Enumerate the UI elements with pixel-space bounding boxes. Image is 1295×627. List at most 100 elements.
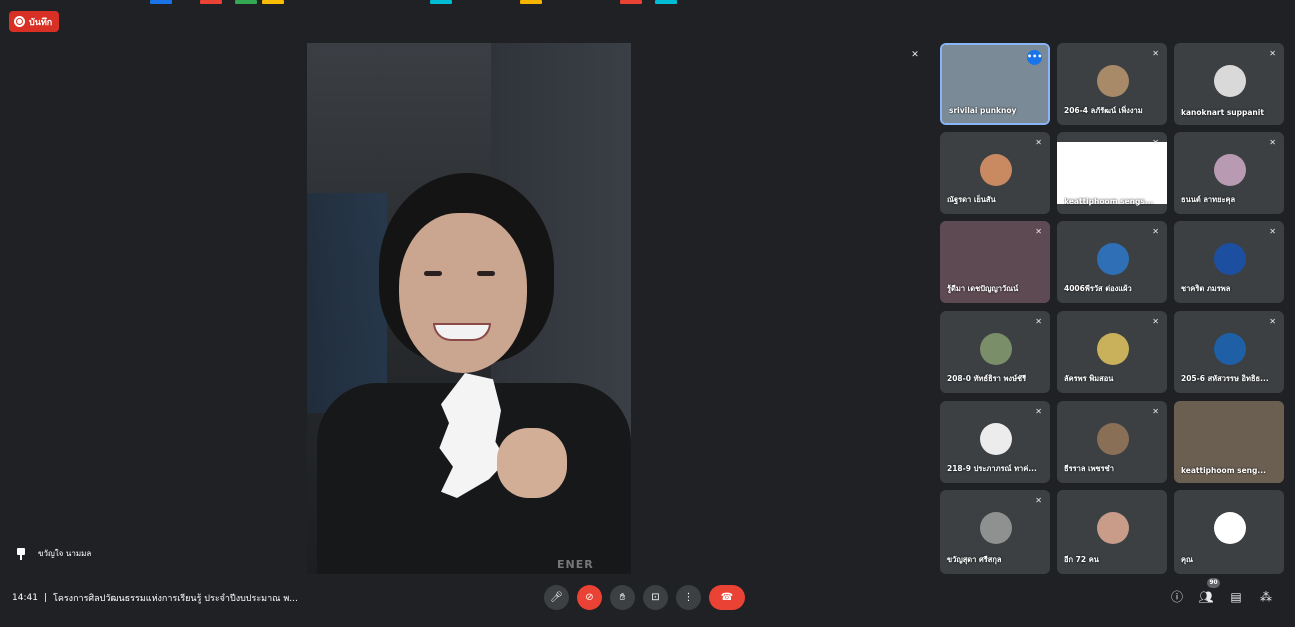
participant-name: ธนนต์ ลาทยะคุล	[1181, 195, 1236, 204]
participant-avatar	[1097, 333, 1129, 365]
shirt-text: ENER	[557, 558, 594, 571]
more-options-icon[interactable]: •••	[1027, 50, 1042, 65]
video-person-face	[399, 213, 527, 373]
chat-icon[interactable]: ▤	[1228, 589, 1244, 605]
taskbar-chip	[520, 0, 542, 4]
participant-tile[interactable]: ✕ 4006พีรวัส ต่องแผ้ว	[1057, 221, 1167, 303]
participant-name: อีก 72 คน	[1064, 555, 1099, 564]
participant-tile[interactable]: ✕ ลัครพร พิมสอน	[1057, 311, 1167, 393]
hang-up-icon: ☎︎	[720, 592, 734, 603]
main-speaker-label: ขวัญใจ นามมล	[16, 547, 91, 560]
participant-avatar	[1097, 65, 1129, 97]
participant-tile[interactable]: ✕ ขวัญสุดา ศรีสกุล	[940, 490, 1050, 574]
participant-tile[interactable]: ✕ ชาคริต ภมรพล	[1174, 221, 1284, 303]
participant-tile[interactable]: อีก 72 คน	[1057, 490, 1167, 574]
mic-button[interactable]: 🎤︎	[544, 585, 569, 610]
mic-off-icon: ✕	[1152, 317, 1159, 326]
participant-avatar	[1214, 333, 1246, 365]
mic-off-icon: ✕	[1269, 49, 1276, 58]
taskbar-chip	[655, 0, 677, 4]
participant-tile[interactable]: ✕ 206-4 ลภัรัฒน์ เพิ่งงาม	[1057, 43, 1167, 125]
pin-icon[interactable]	[16, 547, 26, 560]
participant-avatar	[1097, 423, 1129, 455]
recording-label: บันทึก	[29, 17, 53, 28]
taskbar-chip	[262, 0, 284, 4]
mic-off-icon: ✕	[1269, 227, 1276, 236]
mic-off-icon: ✕	[911, 50, 919, 60]
participant-tile[interactable]: ✕ 205-6 สหัสวรรษ อิทธิธ...	[1174, 311, 1284, 393]
video-person-eye	[477, 271, 495, 276]
participant-name: srivilai punknoy	[949, 106, 1017, 115]
meeting-details[interactable]: 14:41 | โครงการศิลปวัฒนธรรมแห่งการเรียนร…	[12, 591, 298, 605]
participant-tile[interactable]: keattiphoom seng...	[1174, 401, 1284, 483]
participant-tile[interactable]: คุณ	[1174, 490, 1284, 574]
participant-avatar	[980, 512, 1012, 544]
more-vert-icon: ⋮	[683, 592, 694, 603]
more-options-button[interactable]: ⋮	[676, 585, 701, 610]
info-icon[interactable]: ⓘ	[1169, 589, 1185, 605]
video-person-smile	[433, 323, 491, 341]
present-icon: ⊡	[651, 592, 660, 603]
participant-avatar	[980, 423, 1012, 455]
main-speaker-name: ขวัญใจ นามมล	[38, 549, 92, 558]
mic-off-icon: ✕	[1035, 227, 1042, 236]
participant-avatar	[1214, 512, 1246, 544]
participant-avatar	[980, 333, 1012, 365]
people-icon[interactable]: 👥︎	[1198, 589, 1214, 605]
taskbar-chip	[620, 0, 642, 4]
activities-icon[interactable]: ⁂	[1258, 589, 1274, 605]
video-person-hand	[497, 428, 567, 498]
leave-call-button[interactable]: ☎︎	[709, 585, 745, 610]
participant-tile[interactable]: ✕ kanoknart suppanit	[1174, 43, 1284, 125]
participant-name: 4006พีรวัส ต่องแผ้ว	[1064, 284, 1132, 293]
participant-avatar	[980, 154, 1012, 186]
mic-off-icon: ✕	[1152, 138, 1159, 147]
participant-count-badge: 90	[1207, 578, 1220, 588]
mic-off-icon: ✕	[1152, 407, 1159, 416]
participant-name: kanoknart suppanit	[1181, 108, 1264, 117]
mic-off-icon: ✕	[1152, 49, 1159, 58]
participant-tile[interactable]: ✕ รู้ดีมา เดชปัญญาวัณน์	[940, 221, 1050, 303]
mic-off-icon: ✕	[1035, 138, 1042, 147]
mic-off-icon: ✕	[1035, 407, 1042, 416]
participant-tile[interactable]: ✕ keattiphoom sengs...	[1057, 132, 1167, 214]
camera-button[interactable]: ⊘	[577, 585, 602, 610]
present-button[interactable]: ⊡	[643, 585, 668, 610]
participant-avatar	[1097, 243, 1129, 275]
participant-name: ลัครพร พิมสอน	[1064, 374, 1114, 383]
participant-tile[interactable]: ••• srivilai punknoy	[940, 43, 1050, 125]
raise-hand-button[interactable]: ✋︎	[610, 585, 635, 610]
video-person-eye	[424, 271, 442, 276]
participant-name: ณัฐรดา เย็นสัน	[947, 195, 996, 204]
participant-name: ขวัญสุดา ศรีสกุล	[947, 555, 1002, 564]
participant-name: 206-4 ลภัรัฒน์ เพิ่งงาม	[1064, 106, 1143, 115]
participant-tile[interactable]: ✕ ธีรราล เพชรชำ	[1057, 401, 1167, 483]
mic-off-icon: ✕	[1152, 227, 1159, 236]
participant-tile[interactable]: ✕ ธนนต์ ลาทยะคุล	[1174, 132, 1284, 214]
participant-name: 208-0 ทัทธ์ธิรา พงษ์ชัรี	[947, 374, 1027, 383]
separator: |	[43, 593, 47, 603]
video-background-shelf	[307, 193, 387, 413]
participant-tile[interactable]: ✕ 208-0 ทัทธ์ธิรา พงษ์ชัรี	[940, 311, 1050, 393]
hand-icon: ✋︎	[619, 592, 626, 603]
participant-name: ชาคริต ภมรพล	[1181, 284, 1231, 293]
mic-off-icon: ✕	[1269, 317, 1276, 326]
recording-badge[interactable]: บันทึก	[9, 11, 60, 32]
participant-tile[interactable]: ✕ ณัฐรดา เย็นสัน	[940, 132, 1050, 214]
clock-time: 14:41	[12, 593, 38, 603]
participant-tile[interactable]: ✕ 218-9 ประภาภรณ์ ทาค่...	[940, 401, 1050, 483]
participant-name: ธีรราล เพชรชำ	[1064, 464, 1114, 473]
main-speaker-video[interactable]: ENER	[307, 43, 631, 574]
mic-off-icon: ✕	[1035, 496, 1042, 505]
mic-off-icon: ✕	[1035, 317, 1042, 326]
meeting-title: โครงการศิลปวัฒนธรรมแห่งการเรียนรู้ ประจำ…	[52, 594, 298, 604]
top-strip	[0, 0, 1295, 6]
participant-name: รู้ดีมา เดชปัญญาวัณน์	[947, 284, 1019, 293]
taskbar-chip	[235, 0, 257, 4]
participant-avatar	[1057, 142, 1167, 204]
participant-avatar	[1214, 154, 1246, 186]
taskbar-chip	[430, 0, 452, 4]
participant-name: keattiphoom seng...	[1181, 466, 1266, 475]
participant-name: 205-6 สหัสวรรษ อิทธิธ...	[1181, 374, 1269, 383]
camera-off-icon: ⊘	[585, 592, 594, 603]
